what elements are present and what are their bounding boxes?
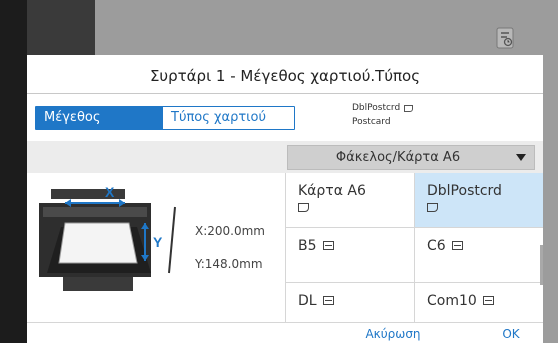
system-status-icon[interactable]: [494, 26, 516, 50]
size-option-label: DL: [298, 293, 317, 309]
paper-size-grid: Κάρτα Α6 DblPostcrd B5 C6 DL Com10: [285, 173, 543, 322]
title-divider: [27, 93, 543, 94]
background-right-band: [543, 55, 558, 343]
svg-text:Y: Y: [153, 234, 163, 250]
envelope-icon: [322, 296, 334, 305]
cancel-button[interactable]: Ακύρωση: [357, 324, 429, 343]
size-option-label: C6: [427, 238, 446, 254]
paper-size-value: DblPostcrd: [352, 103, 401, 113]
paper-settings-dialog: Συρτάρι 1 - Μέγεθος χαρτιού.Τύπος Μέγεθο…: [27, 55, 543, 343]
size-option-dl[interactable]: DL: [286, 283, 415, 322]
envelope-icon: [451, 241, 463, 250]
background-top: [95, 0, 558, 55]
ok-button[interactable]: OK: [491, 324, 531, 343]
size-option-label: DblPostcrd: [427, 183, 502, 199]
footer-divider: [27, 322, 543, 323]
postcard-icon: [404, 104, 414, 112]
tab-paper-type[interactable]: Τύπος χαρτιού: [162, 107, 294, 129]
dropdown-arrow-icon: [516, 154, 526, 161]
printer-illustration-icon: X Y: [39, 184, 176, 291]
setting-tabs: Μέγεθος χαρτιού Τύπος χαρτιού: [35, 106, 295, 147]
size-option-c6[interactable]: C6: [415, 228, 543, 283]
postcard-icon: [298, 203, 309, 212]
background-left-band: [0, 0, 27, 343]
dimension-y: Y:148.0mm: [195, 257, 263, 271]
svg-text:X: X: [105, 184, 115, 200]
dialog-title: Συρτάρι 1 - Μέγεθος χαρτιού.Τύπος: [149, 67, 421, 85]
tab-paper-size[interactable]: Μέγεθος χαρτιού: [36, 107, 162, 147]
envelope-icon: [482, 296, 494, 305]
paper-category-select[interactable]: Φάκελος/Κάρτα Α6: [287, 145, 535, 170]
size-option-label: Κάρτα Α6: [298, 183, 366, 199]
paper-category-value: Φάκελος/Κάρτα Α6: [335, 150, 461, 165]
background-top-left: [27, 0, 95, 55]
current-paper-info: DblPostcrd Postcard: [352, 101, 414, 129]
postcard-icon: [427, 203, 438, 212]
size-option-label: B5: [298, 238, 317, 254]
paper-type-value: Postcard: [352, 117, 391, 127]
size-option-b5[interactable]: B5: [286, 228, 415, 283]
size-option-a6-card[interactable]: Κάρτα Α6: [286, 173, 415, 228]
size-option-dblpostcrd[interactable]: DblPostcrd: [415, 173, 543, 228]
dimension-x: X:200.0mm: [195, 224, 265, 238]
size-option-label: Com10: [427, 293, 477, 309]
paper-size-preview: X Y X:200.0mm Y:148.0mm: [27, 173, 285, 343]
grid-scrollbar[interactable]: [540, 245, 543, 285]
envelope-icon: [322, 241, 334, 250]
size-option-com10[interactable]: Com10: [415, 283, 543, 322]
